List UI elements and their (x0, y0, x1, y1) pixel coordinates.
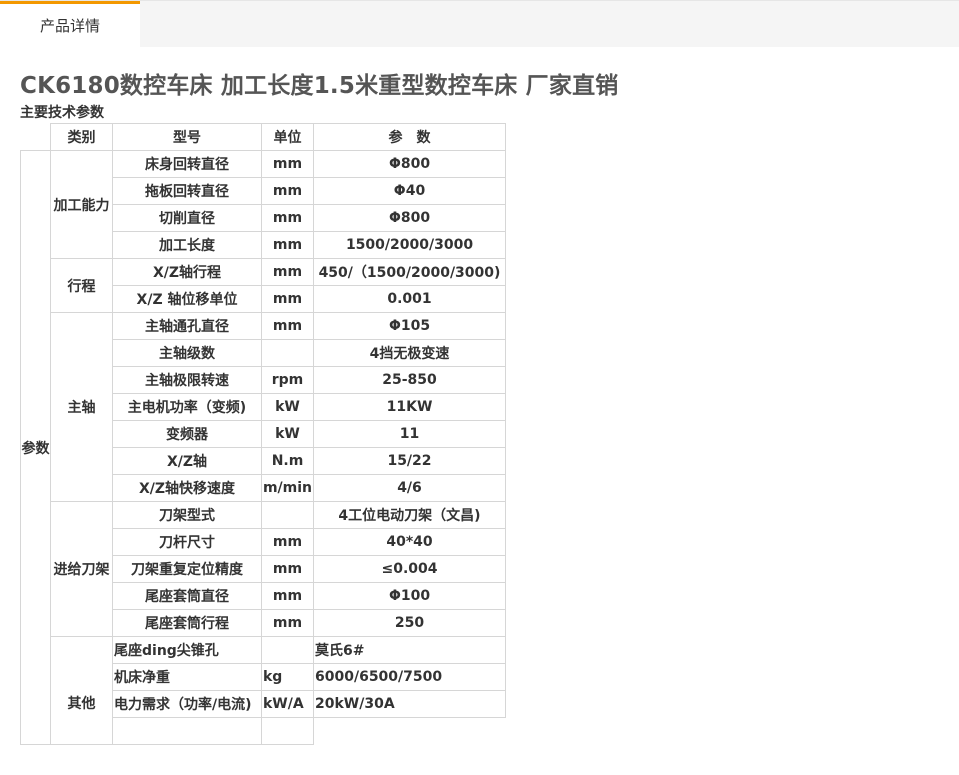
row-value: 250 (313, 609, 506, 637)
group-feed: 进给刀架 (50, 501, 113, 637)
table-row: 进给刀架 刀架型式 4工位电动刀架（文昌) (21, 501, 506, 637)
row-value: 6000/6500/7500 (313, 663, 506, 691)
row-unit: kg (261, 663, 314, 691)
row-unit: mm (261, 231, 314, 259)
row-name: 尾座套筒行程 (112, 609, 262, 637)
row-unit: kW (261, 393, 314, 421)
row-unit: mm (261, 285, 314, 313)
row-value: 450/（1500/2000/3000) (313, 258, 506, 286)
row-value: 4工位电动刀架（文昌) (313, 501, 506, 529)
row-unit (261, 339, 314, 367)
header-param: 参 数 (313, 123, 506, 151)
row-name: X/Z轴 (112, 447, 262, 475)
row-value: 莫氏6# (313, 636, 506, 664)
row-unit: mm (261, 609, 314, 637)
row-unit (261, 501, 314, 529)
row-unit: rpm (261, 366, 314, 394)
row-name: 刀架重复定位精度 (112, 555, 262, 583)
row-name: 尾座ding尖锥孔 (112, 636, 262, 664)
row-name (112, 717, 262, 745)
row-value: ≤0.004 (313, 555, 506, 583)
table-row: 主轴 主轴通孔直径 mm Φ105 (21, 312, 506, 502)
row-unit: kW (261, 420, 314, 448)
row-unit: mm (261, 555, 314, 583)
row-name: 床身回转直径 (112, 150, 262, 178)
row-name: X/Z轴快移速度 (112, 474, 262, 502)
row-unit: mm (261, 150, 314, 178)
row-name: 主电机功率（变频) (112, 393, 262, 421)
row-name: 主轴级数 (112, 339, 262, 367)
row-name: 刀杆尺寸 (112, 528, 262, 556)
row-name: 电力需求（功率/电流) (112, 690, 262, 718)
row-name: 主轴极限转速 (112, 366, 262, 394)
row-value: 4挡无极变速 (313, 339, 506, 367)
row-value: Φ800 (313, 150, 506, 178)
section-title: 主要技术参数 (20, 105, 104, 121)
row-unit: mm (261, 528, 314, 556)
row-unit (261, 717, 314, 745)
row-unit: mm (261, 177, 314, 205)
row-name: 刀架型式 (112, 501, 262, 529)
row-unit: N.m (261, 447, 314, 475)
row-name: 主轴通孔直径 (112, 312, 262, 340)
row-value: Φ100 (313, 582, 506, 610)
table-corner (21, 124, 51, 151)
row-unit: m/min (261, 474, 314, 502)
group-spindle: 主轴 (50, 312, 113, 502)
row-unit: kW/A (261, 690, 314, 718)
row-name: X/Z轴行程 (112, 258, 262, 286)
group-other-label: 其他 (67, 696, 96, 712)
row-value: 4/6 (313, 474, 506, 502)
table-header-row: 类别 型号 单位 参 数 (21, 123, 506, 151)
row-value (314, 718, 506, 745)
row-value: 1500/2000/3000 (313, 231, 506, 259)
row-unit: mm (261, 582, 314, 610)
group-travel: 行程 (50, 258, 113, 313)
row-name: 加工长度 (112, 231, 262, 259)
row-value: 0.001 (313, 285, 506, 313)
row-name: 尾座套筒直径 (112, 582, 262, 610)
row-value: 15/22 (313, 447, 506, 475)
row-unit: mm (261, 258, 314, 286)
row-value: Φ800 (313, 204, 506, 232)
row-name: X/Z 轴位移单位 (112, 285, 262, 313)
row-unit: mm (261, 204, 314, 232)
header-model: 型号 (112, 123, 262, 151)
tab-bar: 产品详情 (0, 0, 959, 48)
group-other: 其他 (50, 636, 113, 745)
row-name: 拖板回转直径 (112, 177, 262, 205)
group-processing: 加工能力 (50, 150, 113, 259)
table-row: 其他 尾座ding尖锥孔 莫氏6# (21, 636, 506, 745)
row-value: Φ40 (313, 177, 506, 205)
row-name: 切削直径 (112, 204, 262, 232)
row-name: 变频器 (112, 420, 262, 448)
row-value: 11 (313, 420, 506, 448)
row-name: 机床净重 (112, 663, 262, 691)
header-unit: 单位 (261, 123, 314, 151)
params-label: 参数 (20, 150, 51, 745)
row-unit (261, 636, 314, 664)
header-category: 类别 (50, 123, 113, 151)
row-unit: mm (261, 312, 314, 340)
tab-product-details[interactable]: 产品详情 (0, 1, 140, 48)
row-value: 11KW (313, 393, 506, 421)
table-row: 参数 加工能力 床身回转直径 mm Φ800 (20, 150, 506, 745)
row-value: 20kW/30A (313, 690, 506, 718)
row-value: Φ105 (313, 312, 506, 340)
row-value: 25-850 (313, 366, 506, 394)
row-value: 40*40 (313, 528, 506, 556)
table-row: 行程 X/Z轴行程 mm 450/（1500/2000/3000) (21, 258, 506, 313)
product-title: CK6180数控车床 加工长度1.5米重型数控车床 厂家直销 (20, 73, 619, 99)
spec-table: 类别 型号 单位 参 数 参数 加工能力 床身回转直径 mm Φ800 拖板回转… (20, 123, 506, 745)
